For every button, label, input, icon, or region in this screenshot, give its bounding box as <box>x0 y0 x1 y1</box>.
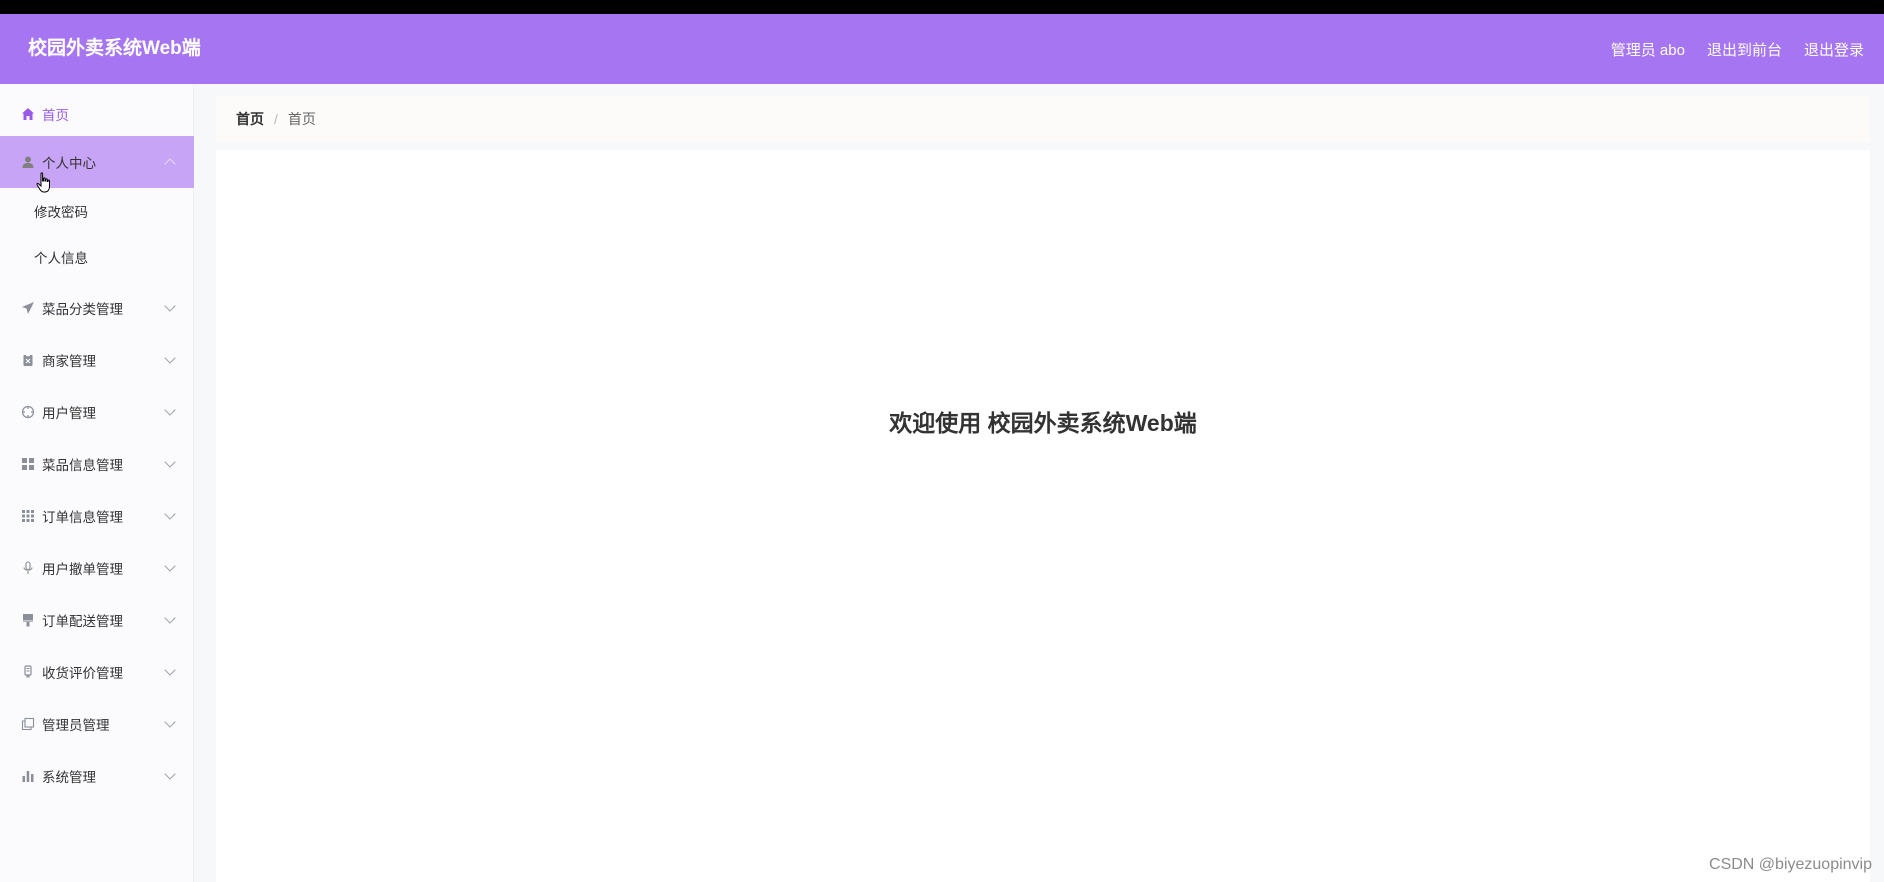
chevron-up-icon <box>164 158 176 170</box>
window-top-bar <box>0 0 1884 14</box>
breadcrumb: 首页 / 首页 <box>216 96 1870 142</box>
sidebar-item-receipt-review[interactable]: 收货评价管理 <box>0 646 194 698</box>
hand-cursor-icon <box>36 172 50 193</box>
sidebar-item-order-delivery[interactable]: 订单配送管理 <box>0 594 194 646</box>
sidebar-item-user-cancel[interactable]: 用户撤单管理 <box>0 542 194 594</box>
clipboard-icon <box>20 352 36 368</box>
grid-icon <box>20 456 36 472</box>
chevron-down-icon <box>164 716 176 728</box>
top-header: 校园外卖系统Web端 管理员 abo 退出到前台 退出登录 <box>0 14 1884 84</box>
watermark: CSDN @biyezuopinvip <box>1709 856 1872 873</box>
main-content: 欢迎使用 校园外卖系统Web端 <box>216 150 1870 882</box>
sidebar-item-label: 用户撤单管理 <box>42 562 123 577</box>
brush-icon <box>20 612 36 628</box>
sidebar-item-system[interactable]: 系统管理 <box>0 750 194 802</box>
breadcrumb-separator: / <box>274 111 278 127</box>
sidebar-item-merchant[interactable]: 商家管理 <box>0 334 194 386</box>
chevron-down-icon <box>164 612 176 624</box>
apps-icon <box>20 508 36 524</box>
sidebar: 首页 个人中心 修改密码 个人信息 菜品分类管理 商家管理 用户管理 菜品信息管… <box>0 84 194 882</box>
sidebar-item-home[interactable]: 首页 <box>0 88 194 140</box>
send-icon <box>20 300 36 316</box>
sidebar-item-dish-info[interactable]: 菜品信息管理 <box>0 438 194 490</box>
sidebar-item-user[interactable]: 用户管理 <box>0 386 194 438</box>
sidebar-subitem-personal-info[interactable]: 个人信息 <box>0 234 194 280</box>
home-icon <box>20 106 36 122</box>
chevron-down-icon <box>164 768 176 780</box>
sidebar-item-label: 商家管理 <box>42 354 96 369</box>
breadcrumb-home-link[interactable]: 首页 <box>236 109 264 129</box>
sidebar-subitem-change-password[interactable]: 修改密码 <box>0 188 194 234</box>
sidebar-item-label: 个人中心 <box>42 156 96 171</box>
sidebar-subitem-label: 修改密码 <box>34 205 88 220</box>
chevron-down-icon <box>164 300 176 312</box>
chevron-down-icon <box>164 456 176 468</box>
sidebar-item-label: 菜品信息管理 <box>42 458 123 473</box>
microphone-icon <box>20 560 36 576</box>
chevron-down-icon <box>164 352 176 364</box>
sidebar-item-order-info[interactable]: 订单信息管理 <box>0 490 194 542</box>
sidebar-item-label: 菜品分类管理 <box>42 302 123 317</box>
chevron-down-icon <box>164 508 176 520</box>
sidebar-item-admin[interactable]: 管理员管理 <box>0 698 194 750</box>
sidebar-item-label: 首页 <box>42 108 69 123</box>
sidebar-subitem-label: 个人信息 <box>34 251 88 266</box>
chevron-down-icon <box>164 664 176 676</box>
sidebar-item-label: 管理员管理 <box>42 718 110 733</box>
sidebar-item-label: 系统管理 <box>42 770 96 785</box>
app-title: 校园外卖系统Web端 <box>28 38 201 59</box>
copy-icon <box>20 716 36 732</box>
header-actions: 管理员 abo 退出到前台 退出登录 <box>1611 14 1864 84</box>
sidebar-item-label: 收货评价管理 <box>42 666 123 681</box>
breadcrumb-current: 首页 <box>287 111 316 127</box>
sidebar-item-label: 用户管理 <box>42 406 96 421</box>
user-icon <box>20 154 36 170</box>
chevron-down-icon <box>164 560 176 572</box>
badge-icon <box>20 664 36 680</box>
sidebar-item-label: 订单信息管理 <box>42 510 123 525</box>
sidebar-item-dish-category[interactable]: 菜品分类管理 <box>0 282 194 334</box>
welcome-message: 欢迎使用 校园外卖系统Web端 <box>889 410 1197 436</box>
back-to-frontend-link[interactable]: 退出到前台 <box>1707 39 1782 60</box>
bar-chart-icon <box>20 768 36 784</box>
crosshair-icon <box>20 404 36 420</box>
admin-user-label[interactable]: 管理员 abo <box>1611 39 1685 60</box>
sidebar-item-personal-center[interactable]: 个人中心 <box>0 136 194 188</box>
chevron-down-icon <box>164 404 176 416</box>
logout-link[interactable]: 退出登录 <box>1804 39 1864 60</box>
sidebar-item-label: 订单配送管理 <box>42 614 123 629</box>
